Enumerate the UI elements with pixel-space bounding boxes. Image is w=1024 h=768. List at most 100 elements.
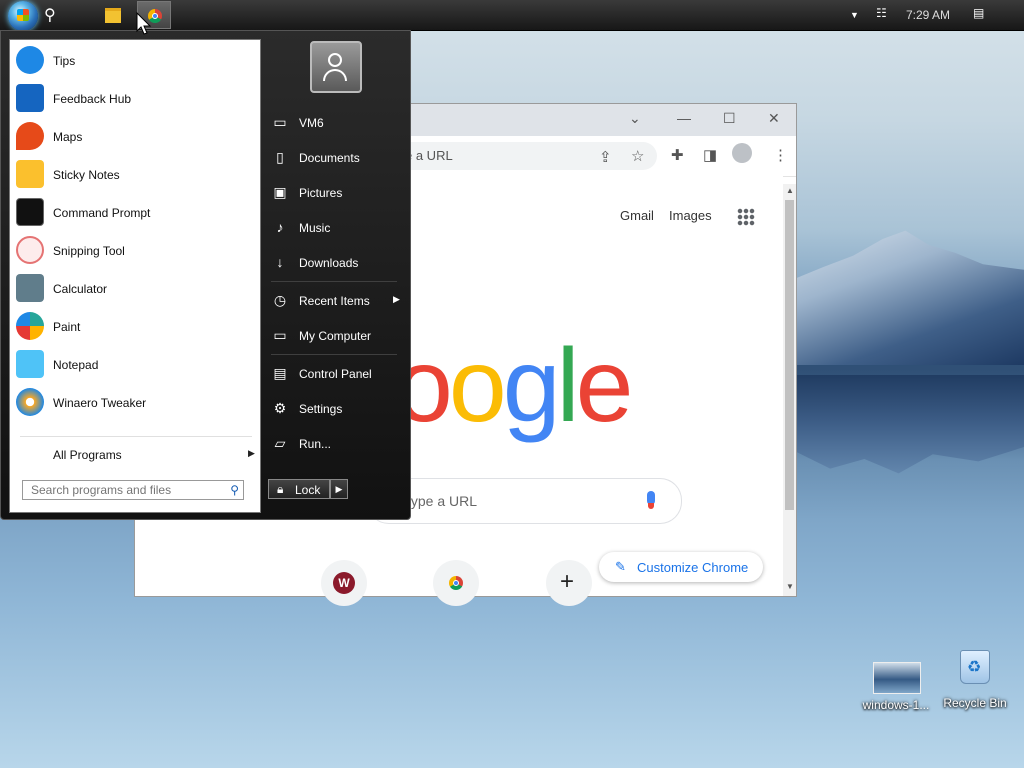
- close-button[interactable]: ✕: [768, 110, 780, 127]
- start-button[interactable]: [8, 1, 38, 31]
- start-right-run[interactable]: ▱ Run...: [267, 428, 401, 458]
- start-right-music[interactable]: ♪ Music: [267, 212, 401, 242]
- profile-avatar-icon[interactable]: [732, 143, 752, 163]
- start-item-calculator[interactable]: Calculator: [12, 270, 258, 306]
- images-link[interactable]: Images: [669, 208, 712, 223]
- taskbar: ⚲ ▼ ☷ 7:29 AM ▤: [0, 0, 1024, 31]
- search-icon[interactable]: ⚲: [230, 483, 239, 497]
- image-file-icon: [873, 662, 921, 694]
- user-picture[interactable]: [310, 41, 362, 93]
- start-item-label: Calculator: [53, 282, 108, 296]
- start-right-downloads[interactable]: ↓ Downloads: [267, 247, 401, 277]
- google-logo: oogle: [395, 328, 634, 444]
- tab-search-chevron-icon[interactable]: ⌄: [629, 110, 641, 127]
- start-search-input[interactable]: [29, 481, 223, 499]
- google-search-box[interactable]: type a URL: [367, 478, 682, 524]
- user-avatar-body: [323, 69, 347, 81]
- start-item-snipping-tool[interactable]: Snipping Tool: [12, 232, 258, 268]
- scroll-thumb[interactable]: [785, 200, 794, 510]
- bookmark-star-icon[interactable]: ☆: [631, 147, 644, 165]
- start-item-label: Winaero Tweaker: [53, 396, 147, 410]
- snipping-tool-icon: [16, 236, 44, 264]
- search-icon[interactable]: ⚲: [44, 5, 56, 25]
- all-programs-button[interactable]: All Programs ▶: [12, 442, 258, 466]
- scroll-up-arrow-icon[interactable]: ▲: [786, 186, 794, 195]
- computer-icon: ▭: [273, 327, 287, 343]
- customize-chrome-button[interactable]: ✎ Customize Chrome: [599, 552, 763, 582]
- voice-search-mic-icon[interactable]: [647, 491, 655, 509]
- start-right-recent-items[interactable]: ◷ Recent Items ▶: [267, 285, 401, 315]
- start-right-label: Settings: [299, 402, 343, 416]
- logo-letter: o: [448, 328, 507, 444]
- shortcut-tile[interactable]: W: [321, 560, 367, 606]
- clock[interactable]: 7:29 AM: [906, 8, 950, 22]
- chrome-menu-icon[interactable]: ⋮: [773, 146, 788, 164]
- desktop-icon-image-file[interactable]: windows-1...: [857, 658, 935, 728]
- start-right-label: Control Panel: [299, 367, 372, 381]
- start-item-label: Maps: [53, 130, 83, 144]
- logo-letter: e: [575, 328, 634, 444]
- wallpaper-mountain: [796, 230, 1024, 365]
- start-item-label: Snipping Tool: [53, 244, 125, 258]
- start-item-tips[interactable]: Tips: [12, 42, 258, 78]
- winaero-tweaker-icon: [16, 388, 44, 416]
- start-item-paint[interactable]: Paint: [12, 308, 258, 344]
- start-right-settings[interactable]: ⚙ Settings: [267, 393, 401, 423]
- taskbar-file-explorer[interactable]: [96, 1, 130, 29]
- page-scrollbar[interactable]: ▲ ▼: [783, 184, 796, 596]
- start-item-feedback-hub[interactable]: Feedback Hub: [12, 80, 258, 116]
- music-icon: ♪: [276, 219, 284, 235]
- tray-overflow-chevron-icon[interactable]: ▼: [850, 10, 859, 20]
- start-right-documents[interactable]: ▯ Documents: [267, 142, 401, 172]
- folder-icon: [105, 8, 121, 23]
- start-right-pictures[interactable]: ▣ Pictures: [267, 177, 401, 207]
- shortcut-tile-chrome[interactable]: [433, 560, 479, 606]
- windows-logo-icon: [17, 9, 29, 21]
- start-menu: Tips Feedback Hub Maps Sticky Notes Comm…: [0, 30, 411, 520]
- start-item-command-prompt[interactable]: Command Prompt: [12, 194, 258, 230]
- lock-button[interactable]: 🔒︎ Lock: [268, 479, 330, 499]
- downloads-icon: ↓: [276, 254, 284, 270]
- scroll-down-arrow-icon[interactable]: ▼: [786, 582, 794, 591]
- minimize-button[interactable]: —: [677, 110, 691, 126]
- feedback-hub-icon: [16, 84, 44, 112]
- plus-icon: +: [560, 568, 575, 595]
- start-right-control-panel[interactable]: ▤ Control Panel: [267, 358, 401, 388]
- divider: [271, 281, 397, 282]
- command-prompt-icon: [16, 198, 44, 226]
- shortcut-badge: W: [333, 572, 355, 594]
- notifications-icon[interactable]: ▤: [973, 6, 984, 20]
- chrome-logo-icon: [449, 576, 463, 590]
- start-search-field[interactable]: ⚲: [22, 480, 244, 500]
- desktop-icon-label: windows-1...: [862, 698, 930, 712]
- start-item-winaero-tweaker[interactable]: Winaero Tweaker: [12, 384, 258, 420]
- divider: [20, 436, 252, 437]
- extensions-icon[interactable]: ✚: [671, 146, 684, 164]
- start-right-label: Documents: [299, 151, 360, 165]
- address-bar-text: e a URL: [405, 148, 453, 163]
- start-item-sticky-notes[interactable]: Sticky Notes: [12, 156, 258, 192]
- logo-letter: g: [502, 328, 561, 444]
- side-panel-icon[interactable]: ◨: [703, 146, 717, 164]
- recent-items-icon: ◷: [273, 292, 287, 308]
- network-settings-icon[interactable]: ☷: [876, 6, 887, 20]
- maximize-button[interactable]: ☐: [723, 110, 736, 127]
- calculator-icon: [16, 274, 44, 302]
- share-icon[interactable]: ⇪: [599, 148, 612, 166]
- start-right-label: Run...: [299, 437, 332, 451]
- start-right-my-computer[interactable]: ▭ My Computer: [267, 320, 401, 350]
- gmail-link[interactable]: Gmail: [620, 208, 654, 223]
- add-shortcut-button[interactable]: +: [546, 560, 592, 606]
- mouse-cursor-icon: [136, 12, 152, 35]
- desktop-icon-recycle-bin[interactable]: ♻ Recycle Bin: [936, 650, 1014, 720]
- start-item-maps[interactable]: Maps: [12, 118, 258, 154]
- google-apps-icon[interactable]: [737, 208, 755, 226]
- start-item-label: Notepad: [53, 358, 99, 372]
- start-item-notepad[interactable]: Notepad: [12, 346, 258, 382]
- power-options-arrow-button[interactable]: ▶: [330, 479, 348, 499]
- start-item-label: Sticky Notes: [53, 168, 120, 182]
- user-folder-icon: ▭: [273, 114, 287, 130]
- notepad-icon: [16, 350, 44, 378]
- start-right-vm6[interactable]: ▭ VM6: [267, 107, 401, 137]
- start-right-label: Pictures: [299, 186, 343, 200]
